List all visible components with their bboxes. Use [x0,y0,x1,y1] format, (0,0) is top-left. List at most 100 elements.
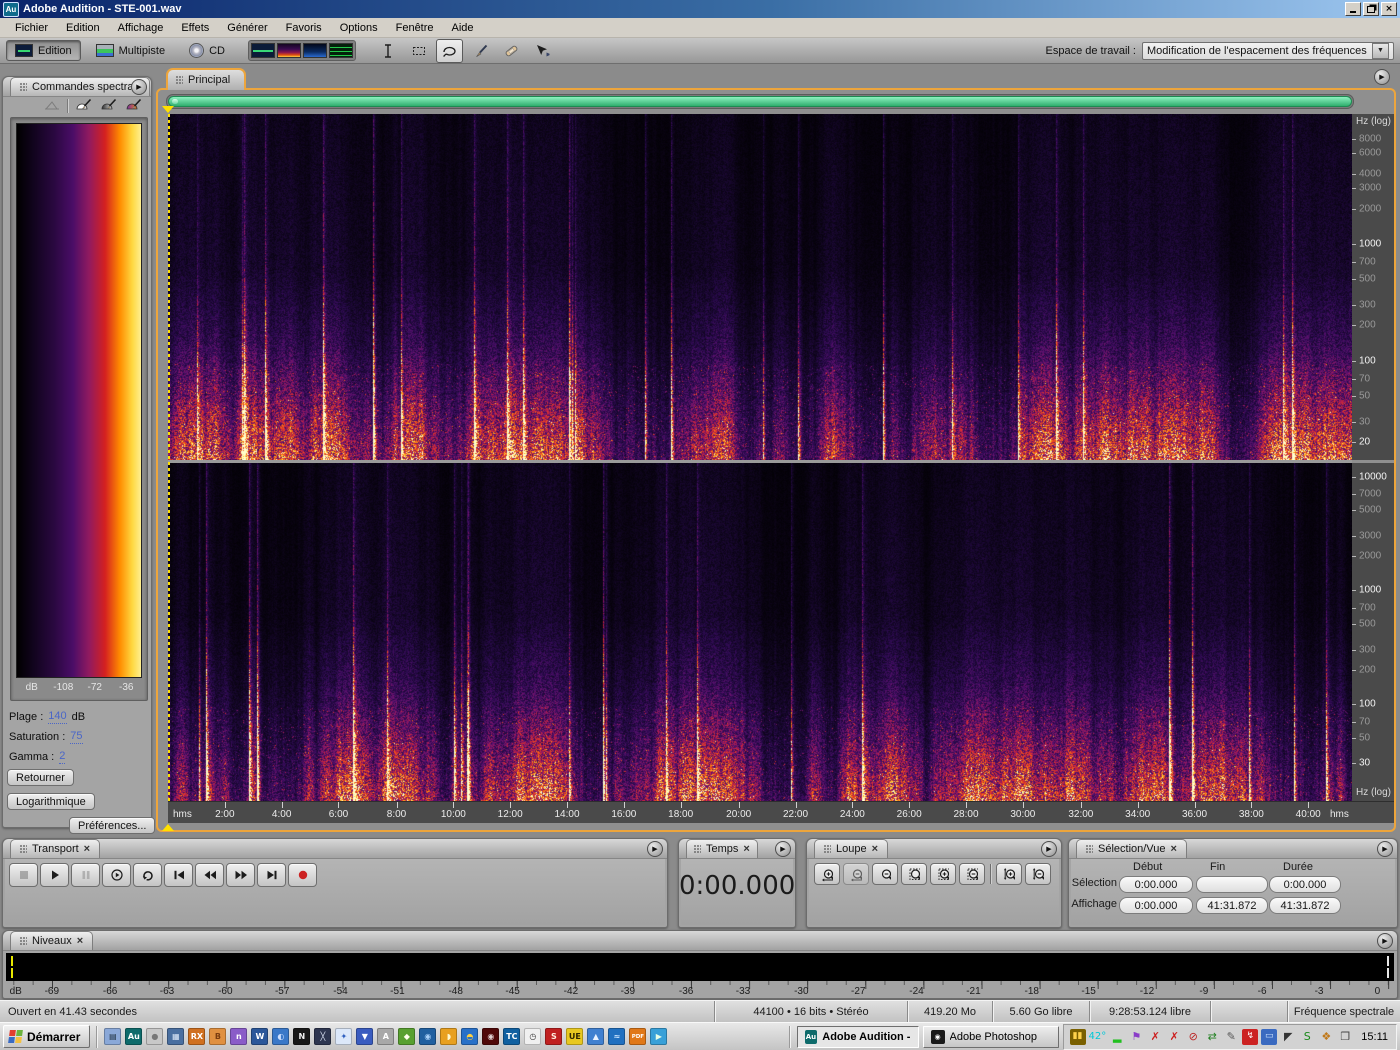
start-button[interactable]: Démarrer [3,1025,90,1048]
tray-icon[interactable]: ✗ [1166,1029,1182,1045]
horizontal-scrollbar-track[interactable] [166,94,1354,109]
stop-button[interactable] [9,863,38,887]
affichage-debut-field[interactable]: 0:00.000 [1119,897,1193,914]
multipiste-mode-button[interactable]: Multipiste [87,40,174,61]
view-spectral-frequency-icon[interactable] [277,43,301,58]
go-to-beginning-button[interactable] [164,863,193,887]
zoom-out-vertically-button[interactable] [1025,863,1051,885]
zoom-in-vertically-button[interactable] [996,863,1022,885]
close-icon[interactable]: × [84,844,90,855]
menu-aide[interactable]: Aide [443,20,483,36]
tray-icon[interactable]: ❐ [1337,1029,1353,1045]
minimize-button[interactable] [1345,2,1361,16]
taskbar-window-adobe-photoshop[interactable]: ◉Adobe Photoshop [923,1026,1059,1048]
logarithmique-button[interactable]: Logarithmique [7,793,95,810]
tray-icon[interactable]: ↯ [1242,1029,1258,1045]
tab-principal[interactable]: Principal [166,68,246,90]
quick-launch-icon[interactable]: ▤ [104,1028,121,1045]
selection-debut-field[interactable]: 0:00.000 [1119,876,1193,893]
menu-effets[interactable]: Effets [172,20,218,36]
affichage-fin-field[interactable]: 41:31.872 [1196,897,1268,914]
close-icon[interactable]: × [77,936,83,947]
time-display[interactable]: 0:00.000 [679,871,795,901]
tab-niveaux[interactable]: Niveaux × [10,931,93,950]
menu-fenetre[interactable]: Fenêtre [387,20,443,36]
chevron-down-icon[interactable]: ▼ [1372,43,1389,59]
edition-mode-button[interactable]: Edition [6,40,81,61]
rewind-button[interactable] [195,863,224,887]
panel-menu-icon[interactable]: ▶ [1374,69,1390,85]
quick-launch-icon[interactable]: B [209,1028,226,1045]
play-button[interactable] [40,863,69,887]
tray-icon[interactable]: ⚑ [1128,1029,1144,1045]
quick-launch-icon[interactable]: ◷ [524,1028,541,1045]
zoom-out-horizontally-button[interactable] [843,863,869,885]
panel-menu-icon[interactable]: ▶ [1377,933,1393,949]
tray-icon[interactable]: ❖ [1318,1029,1334,1045]
restore-button[interactable] [1363,2,1379,16]
play-looped-button[interactable] [133,863,162,887]
affichage-duree-field[interactable]: 41:31.872 [1269,897,1341,914]
record-button[interactable] [288,863,317,887]
tray-icon[interactable]: ▭ [1261,1029,1277,1045]
tray-icon[interactable]: ✎ [1223,1029,1239,1045]
zoom-in-horizontally-button[interactable] [814,863,840,885]
spectrogram-left-channel[interactable] [168,114,1352,460]
go-to-end-button[interactable] [257,863,286,887]
spectral-color-gradient[interactable] [16,123,142,678]
tray-icon[interactable]: ✗ [1147,1029,1163,1045]
menu-affichage[interactable]: Affichage [109,20,173,36]
tray-icon[interactable]: ◤ [1280,1029,1296,1045]
quick-launch-icon[interactable]: ◗ [440,1028,457,1045]
quick-launch-icon[interactable]: ▼ [356,1028,373,1045]
menu-favoris[interactable]: Favoris [277,20,331,36]
quick-launch-icon[interactable]: ≈ [608,1028,625,1045]
view-spectral-pan-icon[interactable] [303,43,327,58]
quick-launch-icon[interactable]: Au [125,1028,142,1045]
panel-menu-icon[interactable]: ▶ [1377,841,1393,857]
tab-temps[interactable]: Temps × [686,839,758,858]
menu-options[interactable]: Options [331,20,387,36]
horizontal-scrollbar-thumb[interactable] [168,96,1352,107]
effects-paintbrush-tool[interactable] [467,39,494,63]
quick-launch-icon[interactable]: W [251,1028,268,1045]
tray-icon[interactable]: ▮▮ [1070,1029,1086,1045]
quick-launch-icon[interactable]: TC [503,1028,520,1045]
quick-launch-icon[interactable]: ▦ [167,1028,184,1045]
close-icon[interactable]: × [1170,844,1176,855]
playhead-marker-top[interactable] [162,106,174,113]
quick-launch-icon[interactable]: ◉ [419,1028,436,1045]
lasso-selection-tool[interactable] [436,39,463,63]
zoom-in-selection-right-button[interactable] [959,863,985,885]
panel-menu-icon[interactable]: ▶ [1041,841,1057,857]
panel-menu-icon[interactable]: ▶ [131,79,147,95]
quick-launch-icon[interactable]: n [230,1028,247,1045]
selection-duree-field[interactable]: 0:00.000 [1269,876,1341,893]
quick-launch-icon[interactable]: S [545,1028,562,1045]
tray-icon[interactable]: 42° [1089,1029,1107,1045]
fast-forward-button[interactable] [226,863,255,887]
quick-launch-icon[interactable]: ✦ [335,1028,352,1045]
retourner-button[interactable]: Retourner [7,769,74,786]
zoom-out-full-button[interactable] [872,863,898,885]
tab-spectral-controls[interactable]: Commandes spectrales [10,77,150,96]
zoom-in-selection-left-button[interactable] [930,863,956,885]
tab-selection-vue[interactable]: Sélection/Vue × [1076,839,1187,858]
menu-fichier[interactable]: Fichier [6,20,57,36]
spot-healing-brush-tool[interactable] [498,39,525,63]
tray-icon[interactable]: ▂ [1109,1029,1125,1045]
quick-launch-icon[interactable]: ◐ [272,1028,289,1045]
param-value[interactable]: 2 [59,750,65,763]
quick-launch-icon[interactable]: UE [566,1028,583,1045]
panel-menu-icon[interactable]: ▶ [647,841,663,857]
quick-launch-icon[interactable]: A [377,1028,394,1045]
menu-edition[interactable]: Edition [57,20,109,36]
tab-loupe[interactable]: Loupe × [814,839,888,858]
quick-launch-icon[interactable]: ◆ [398,1028,415,1045]
param-value[interactable]: 75 [70,730,82,743]
tray-icon[interactable]: S [1299,1029,1315,1045]
marquee-selection-tool[interactable] [405,39,432,63]
quick-launch-icon[interactable]: ◓ [461,1028,478,1045]
scrub-tool[interactable] [529,39,556,63]
pause-button[interactable] [71,863,100,887]
